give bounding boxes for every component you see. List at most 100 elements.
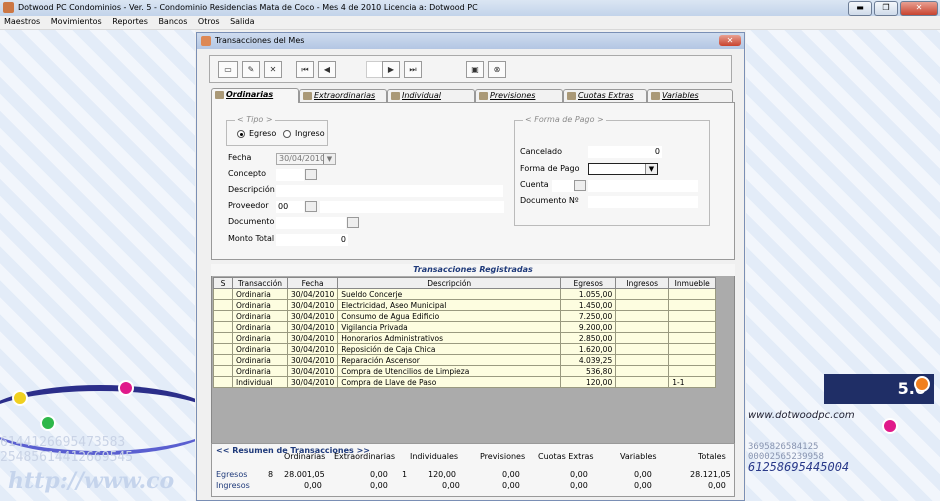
cancelado-field[interactable]: 0 <box>588 146 662 158</box>
table-row[interactable]: Ordinaria 30/04/2010 Reposición de Caja Ch… <box>213 343 717 355</box>
table-row[interactable]: Ordinaria 30/04/2010 Consumo de Agua Edifi… <box>213 310 717 322</box>
documento-num-input[interactable] <box>588 196 698 208</box>
table-row[interactable]: Ordinaria 30/04/2010 Electricidad, Aseo Mu… <box>213 299 717 311</box>
decor-dot <box>882 418 898 434</box>
tab-variables[interactable]: Variables <box>647 89 733 102</box>
form-panel: < Tipo > Egreso Ingreso Fecha 30/04/2010… <box>211 102 735 260</box>
ingresos-ordinarias: 0,00 <box>304 481 322 490</box>
folder-icon <box>567 92 576 100</box>
window-title-bar: Transacciones del Mes ✕ <box>197 33 744 49</box>
cuenta-label: Cuenta <box>520 180 549 189</box>
egreso-radio[interactable] <box>237 130 245 138</box>
summary-col-totales: Totales <box>698 452 726 461</box>
monto-total-field[interactable]: 0 <box>276 234 348 246</box>
first-record-button[interactable]: ⏮ <box>296 61 314 78</box>
col-header-descripcion[interactable]: Descripción <box>337 277 562 289</box>
proveedor-input[interactable]: 00 <box>276 201 304 213</box>
egresos-variables: 0,00 <box>634 470 652 479</box>
forma-pago-legend: < Forma de Pago > <box>523 115 606 124</box>
delete-record-button[interactable]: ✕ <box>264 61 282 78</box>
ingresos-label: Ingresos <box>216 481 250 490</box>
grid-title: Transacciones Registradas <box>211 264 735 276</box>
menu-bancos[interactable]: Bancos <box>154 16 191 27</box>
background-numbers: 3695826584125 <box>748 442 819 452</box>
summary-col-cuotas-extras: Cuotas Extras <box>538 452 594 461</box>
egresos-extraordinarias: 0,00 <box>370 470 388 479</box>
menu-reportes[interactable]: Reportes <box>108 16 152 27</box>
tab-cuotas-extras[interactable]: Cuotas Extras <box>563 89 647 102</box>
cuenta-lookup-button[interactable] <box>574 180 586 191</box>
menu-movimientos[interactable]: Movimientos <box>47 16 106 27</box>
edit-record-button[interactable]: ✎ <box>242 61 260 78</box>
folder-icon <box>303 92 312 100</box>
cuenta-input[interactable] <box>552 180 574 192</box>
decor-dot <box>914 376 930 392</box>
egresos-total: 28.121,05 <box>690 470 731 479</box>
forma-pago-select[interactable]: ▼ <box>588 163 658 175</box>
desktop-background-left: 6144126695473583 25485614412669545 http:… <box>0 30 195 501</box>
tab-previsiones[interactable]: Previsiones <box>475 89 563 102</box>
folder-icon <box>479 92 488 100</box>
transactions-table: S Transacción Fecha Descripción Egresos … <box>213 277 717 388</box>
documento-lookup-button[interactable] <box>347 217 359 228</box>
close-window-button[interactable]: ✕ <box>719 35 741 46</box>
cancel-button[interactable]: ⊗ <box>488 61 506 78</box>
ingresos-previsiones: 0,00 <box>502 481 520 490</box>
menu-otros[interactable]: Otros <box>194 16 224 27</box>
col-header-s[interactable]: S <box>213 277 233 289</box>
concepto-label: Concepto <box>228 169 266 178</box>
save-button[interactable]: ▣ <box>466 61 484 78</box>
window-title: Transacciones del Mes <box>215 36 305 45</box>
descripcion-input[interactable] <box>276 185 503 197</box>
close-app-button[interactable]: ✕ <box>900 1 938 16</box>
table-row[interactable]: Ordinaria 30/04/2010 Reparación Ascensor 4.… <box>213 354 717 366</box>
summary-col-previsiones: Previsiones <box>480 452 526 461</box>
background-numbers: 61258695445004 <box>748 460 850 474</box>
folder-icon <box>215 91 224 99</box>
col-header-egresos[interactable]: Egresos <box>560 277 617 289</box>
ingresos-extraordinarias: 0,00 <box>370 481 388 490</box>
ingreso-radio[interactable] <box>283 130 291 138</box>
col-header-transaccion[interactable]: Transacción <box>232 277 288 289</box>
next-record-button[interactable]: ▶ <box>382 61 400 78</box>
col-header-ingresos[interactable]: Ingresos <box>615 277 670 289</box>
tipo-group: < Tipo > Egreso Ingreso <box>226 115 328 146</box>
tab-extraordinarias[interactable]: Extraordinarias <box>299 89 387 102</box>
egreso-label: Egreso <box>249 129 277 138</box>
egresos-ord-count: 8 <box>268 470 274 479</box>
ingresos-total: 0,00 <box>708 481 726 490</box>
egresos-cuotas-extras: 0,00 <box>570 470 588 479</box>
table-row[interactable]: Individual 30/04/2010 Compra de Llave de P… <box>213 376 717 388</box>
egresos-ind-count: 1 <box>402 470 408 479</box>
summary-col-individuales: Individuales <box>410 452 459 461</box>
prev-record-button[interactable]: ◀ <box>318 61 336 78</box>
monto-label: Monto Total <box>228 234 275 243</box>
table-row[interactable]: Ordinaria 30/04/2010 Compra de Utencilios … <box>213 365 717 377</box>
maximize-button[interactable]: ❐ <box>874 1 898 16</box>
toolbar: ▭ ✎ ✕ ⏮ ◀ ▶ ⏭ ▣ ⊗ <box>209 55 732 83</box>
fecha-picker[interactable]: 30/04/2010 ▼ <box>276 153 336 165</box>
concepto-lookup-button[interactable] <box>305 169 317 180</box>
egresos-previsiones: 0,00 <box>502 470 520 479</box>
documento-input[interactable] <box>276 217 346 229</box>
forma-pago-label: Forma de Pago <box>520 164 580 173</box>
table-row[interactable]: Ordinaria 30/04/2010 Sueldo Concerje 1.055,… <box>213 288 717 300</box>
concepto-input[interactable] <box>276 169 304 181</box>
fecha-label: Fecha <box>228 153 252 162</box>
last-record-button[interactable]: ⏭ <box>404 61 422 78</box>
menu-maestros[interactable]: Maestros <box>0 16 44 27</box>
background-numbers: 25485614412669545 <box>0 450 134 465</box>
col-header-inmueble[interactable]: Inmueble <box>668 277 717 289</box>
new-record-button[interactable]: ▭ <box>218 61 238 78</box>
proveedor-lookup-button[interactable] <box>305 201 317 212</box>
col-header-fecha[interactable]: Fecha <box>286 277 339 289</box>
tab-ordinarias[interactable]: Ordinarias <box>211 88 299 103</box>
minimize-button[interactable]: ▬ <box>848 1 872 16</box>
table-row[interactable]: Ordinaria 30/04/2010 Vigilancia Privada 9.2… <box>213 321 717 333</box>
egresos-ordinarias: 28.001,05 <box>284 470 325 479</box>
table-row[interactable]: Ordinaria 30/04/2010 Honorarios Administra… <box>213 332 717 344</box>
tab-individual[interactable]: Individual <box>387 89 475 102</box>
menu-salida[interactable]: Salida <box>226 16 258 27</box>
chevron-down-icon: ▼ <box>323 154 335 164</box>
summary-col-extraordinarias: Extraordinarias <box>334 452 396 461</box>
